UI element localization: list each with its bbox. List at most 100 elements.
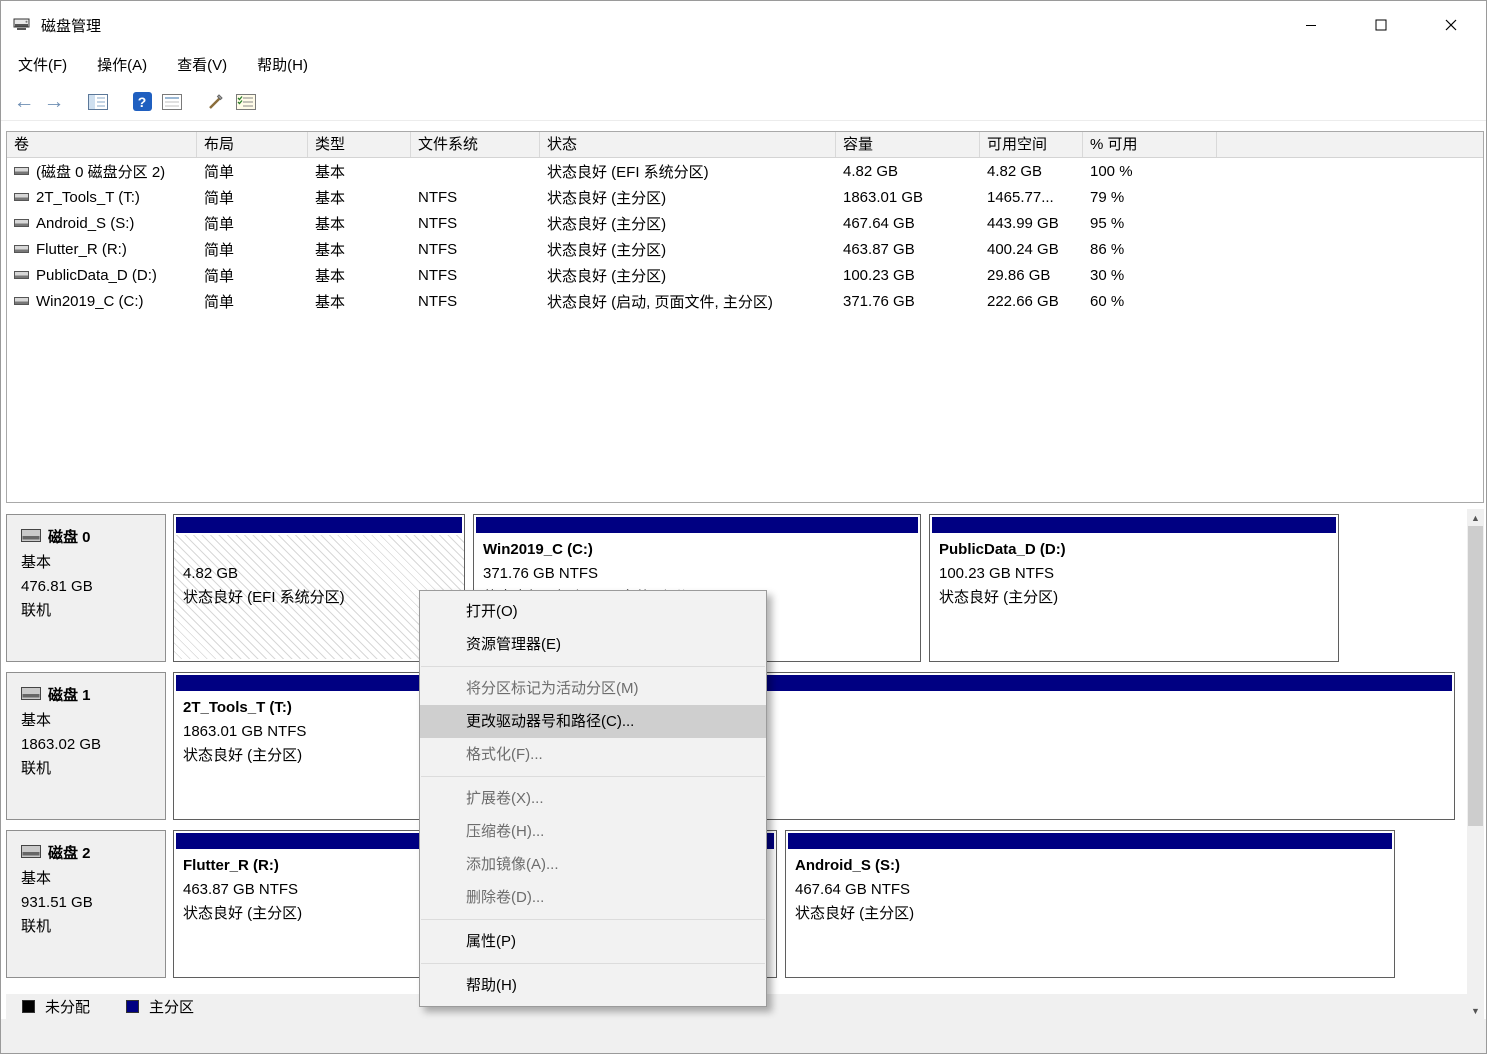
volume-pct-free: 60 % — [1090, 292, 1125, 310]
volume-row[interactable]: 2T_Tools_T (T:) 简单 基本 NTFS 状态良好 (主分区) 18… — [7, 184, 1483, 210]
column-header-free-space[interactable]: 可用空间 — [980, 132, 1083, 157]
volume-free: 1465.77... — [987, 188, 1054, 206]
menu-item-delete-volume: 删除卷(D)... — [466, 889, 545, 906]
menu-item-properties[interactable]: 属性(P) — [420, 925, 766, 958]
partition-2t-tools-t[interactable]: 2T_Tools_T (T:) 1863.01 GB NTFS 状态良好 (主分… — [173, 672, 1455, 820]
volume-type: 基本 — [315, 293, 346, 311]
menu-action[interactable]: 操作(A) — [82, 52, 162, 80]
volume-row[interactable]: PublicData_D (D:) 简单 基本 NTFS 状态良好 (主分区) … — [7, 262, 1483, 288]
menu-separator — [421, 963, 765, 964]
partition-android-s[interactable]: Android_S (S:) 467.64 GB NTFS 状态良好 (主分区) — [785, 830, 1395, 978]
volume-row[interactable]: (磁盘 0 磁盘分区 2) 简单 基本 状态良好 (EFI 系统分区) 4.82… — [7, 158, 1483, 184]
window-controls — [1276, 1, 1486, 49]
disk-1-info[interactable]: 磁盘 1 基本 1863.02 GB 联机 — [6, 672, 166, 820]
app-icon — [13, 17, 31, 33]
column-header-pct-free[interactable]: % 可用 — [1083, 132, 1217, 157]
menu-item-open[interactable]: 打开(O) — [420, 595, 766, 628]
volume-filesystem: NTFS — [418, 266, 458, 284]
column-header-type[interactable]: 类型 — [308, 132, 411, 157]
volume-icon — [14, 165, 29, 177]
menu-separator — [421, 919, 765, 920]
disk-status: 联机 — [21, 760, 52, 777]
volume-icon — [14, 217, 29, 229]
volume-layout: 简单 — [204, 267, 235, 285]
vertical-scrollbar[interactable]: ▲ ▼ — [1467, 509, 1484, 1019]
menu-item-format: 格式化(F)... — [466, 746, 543, 763]
volume-list-header: 卷 布局 类型 文件系统 状态 容量 可用空间 % 可用 — [7, 132, 1483, 158]
menu-item-help[interactable]: 帮助(H) — [420, 969, 766, 1002]
volume-filesystem: NTFS — [418, 214, 458, 232]
volume-type: 基本 — [315, 163, 346, 181]
disk-type: 基本 — [21, 712, 52, 729]
disk-icon — [21, 683, 41, 709]
action-icon[interactable] — [201, 87, 231, 117]
partition-status: 状态良好 (主分区) — [939, 589, 1059, 606]
column-header-volume[interactable]: 卷 — [7, 132, 197, 157]
forward-icon[interactable]: → — [39, 87, 69, 117]
close-button[interactable] — [1416, 1, 1486, 49]
volume-row[interactable]: Win2019_C (C:) 简单 基本 NTFS 状态良好 (启动, 页面文件… — [7, 288, 1483, 314]
disk-type: 基本 — [21, 554, 52, 571]
partition-size: 371.76 GB NTFS — [483, 565, 599, 582]
volume-free: 222.66 GB — [987, 292, 1059, 310]
back-icon[interactable]: ← — [9, 87, 39, 117]
disk-management-window: 磁盘管理 文件(F) 操作(A) 查看(V) 帮助(H) ← → ? 卷 布局 … — [0, 0, 1487, 1054]
volume-layout: 简单 — [204, 241, 235, 259]
volume-pct-free: 95 % — [1090, 214, 1125, 232]
column-header-status[interactable]: 状态 — [540, 132, 836, 157]
column-header-layout[interactable]: 布局 — [197, 132, 308, 157]
menu-item-extend-volume: 扩展卷(X)... — [466, 790, 544, 807]
menu-file[interactable]: 文件(F) — [3, 52, 82, 80]
volume-pct-free: 79 % — [1090, 188, 1125, 206]
views-icon[interactable] — [231, 87, 261, 117]
volume-row[interactable]: Flutter_R (R:) 简单 基本 NTFS 状态良好 (主分区) 463… — [7, 236, 1483, 262]
volume-free: 4.82 GB — [987, 162, 1043, 180]
console-tree-icon[interactable] — [83, 87, 113, 117]
scrollbar-up-button[interactable]: ▲ — [1467, 509, 1484, 526]
partition-title: PublicData_D (D:) — [939, 541, 1066, 558]
partition-title: 2T_Tools_T (T:) — [183, 699, 292, 716]
disk-status: 联机 — [21, 602, 52, 619]
legend-primary-swatch — [126, 1000, 140, 1013]
partition-color-band — [476, 517, 918, 533]
disk-size: 1863.02 GB — [21, 736, 102, 753]
partition-color-band — [788, 833, 1392, 849]
disk-status: 联机 — [21, 918, 52, 935]
menu-separator — [421, 776, 765, 777]
column-header-filesystem[interactable]: 文件系统 — [411, 132, 540, 157]
status-strip — [1, 1019, 1486, 1053]
minimize-button[interactable] — [1276, 1, 1346, 49]
volume-name: 2T_Tools_T (T:) — [36, 188, 140, 206]
scrollbar-thumb[interactable] — [1468, 526, 1483, 826]
help-icon[interactable]: ? — [127, 87, 157, 117]
volume-layout: 简单 — [204, 189, 235, 207]
column-header-capacity[interactable]: 容量 — [836, 132, 980, 157]
disk-name: 磁盘 1 — [48, 687, 91, 704]
volume-status: 状态良好 (启动, 页面文件, 主分区) — [547, 293, 773, 311]
volume-name: Flutter_R (R:) — [36, 240, 127, 258]
volume-name: Win2019_C (C:) — [36, 292, 144, 310]
volume-icon — [14, 191, 29, 203]
scrollbar-down-button[interactable]: ▼ — [1467, 1002, 1484, 1019]
export-list-icon[interactable] — [157, 87, 187, 117]
menu-item-explorer[interactable]: 资源管理器(E) — [420, 628, 766, 661]
legend-primary-label: 主分区 — [149, 999, 195, 1016]
menu-view[interactable]: 查看(V) — [162, 52, 242, 80]
volume-status: 状态良好 (主分区) — [547, 267, 667, 285]
menu-item-add-mirror: 添加镜像(A)... — [466, 856, 559, 873]
disk-2-info[interactable]: 磁盘 2 基本 931.51 GB 联机 — [6, 830, 166, 978]
volume-layout: 简单 — [204, 215, 235, 233]
volume-list-pane: 卷 布局 类型 文件系统 状态 容量 可用空间 % 可用 (磁盘 0 磁盘分区 … — [6, 131, 1484, 503]
menu-item-change-drive-letter[interactable]: 更改驱动器号和路径(C)... — [420, 705, 766, 738]
volume-filesystem: NTFS — [418, 292, 458, 310]
disk-0-info[interactable]: 磁盘 0 基本 476.81 GB 联机 — [6, 514, 166, 662]
partition-publicdata-d[interactable]: PublicData_D (D:) 100.23 GB NTFS 状态良好 (主… — [929, 514, 1339, 662]
maximize-button[interactable] — [1346, 1, 1416, 49]
partition-size: 1863.01 GB NTFS — [183, 723, 307, 740]
volume-row[interactable]: Android_S (S:) 简单 基本 NTFS 状态良好 (主分区) 467… — [7, 210, 1483, 236]
titlebar: 磁盘管理 — [1, 1, 1486, 49]
menubar: 文件(F) 操作(A) 查看(V) 帮助(H) — [3, 49, 1486, 83]
menu-help[interactable]: 帮助(H) — [242, 52, 323, 80]
disk-size: 476.81 GB — [21, 578, 93, 595]
menu-item-mark-active: 将分区标记为活动分区(M) — [466, 680, 639, 697]
